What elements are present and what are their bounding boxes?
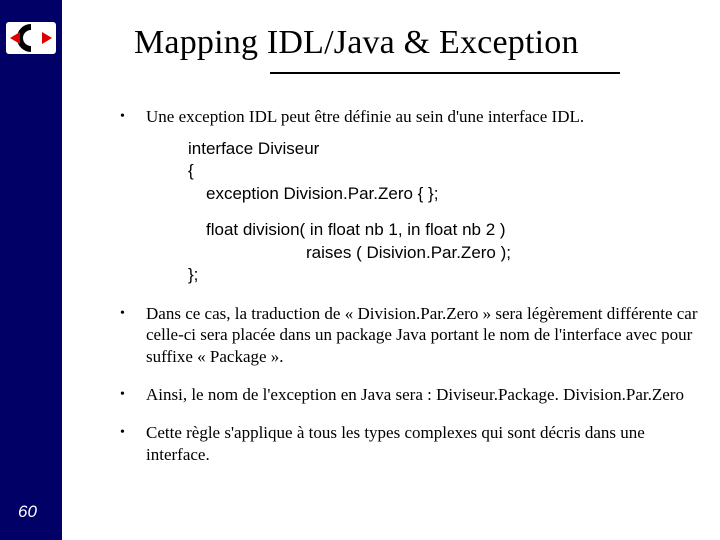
bullet-dot: • bbox=[120, 303, 146, 368]
bullet-text: Dans ce cas, la traduction de « Division… bbox=[146, 303, 700, 368]
bullet-item: • Dans ce cas, la traduction de « Divisi… bbox=[120, 303, 700, 368]
logo-icon bbox=[8, 24, 54, 52]
bullet-dot: • bbox=[120, 106, 146, 128]
bullet-item: • Cette règle s'applique à tous les type… bbox=[120, 422, 700, 466]
bullet-item: • Une exception IDL peut être définie au… bbox=[120, 106, 700, 128]
code-line: raises ( Disivion.Par.Zero ); bbox=[188, 242, 700, 264]
code-line: }; bbox=[188, 264, 700, 286]
bullet-text: Cette règle s'applique à tous les types … bbox=[146, 422, 700, 466]
body: • Une exception IDL peut être définie au… bbox=[120, 106, 700, 475]
title-underline bbox=[270, 72, 620, 74]
bullet-item: • Ainsi, le nom de l'exception en Java s… bbox=[120, 384, 700, 406]
code-line: exception Division.Par.Zero { }; bbox=[188, 183, 700, 205]
bullet-dot: • bbox=[120, 422, 146, 466]
slide: 60 Mapping IDL/Java & Exception • Une ex… bbox=[0, 0, 720, 540]
code-block: interface Diviseur { exception Division.… bbox=[188, 138, 700, 287]
content-area: Mapping IDL/Java & Exception • Une excep… bbox=[62, 0, 720, 540]
code-line: float division( in float nb 1, in float … bbox=[188, 219, 700, 241]
logo bbox=[6, 22, 56, 54]
code-line: { bbox=[188, 160, 700, 182]
code-line: interface Diviseur bbox=[188, 138, 700, 160]
sidebar: 60 bbox=[0, 0, 62, 540]
bullet-dot: • bbox=[120, 384, 146, 406]
bullet-text: Ainsi, le nom de l'exception en Java ser… bbox=[146, 384, 700, 406]
bullet-text: Une exception IDL peut être définie au s… bbox=[146, 106, 700, 128]
page-number: 60 bbox=[18, 502, 37, 522]
page-title: Mapping IDL/Java & Exception bbox=[62, 0, 720, 66]
